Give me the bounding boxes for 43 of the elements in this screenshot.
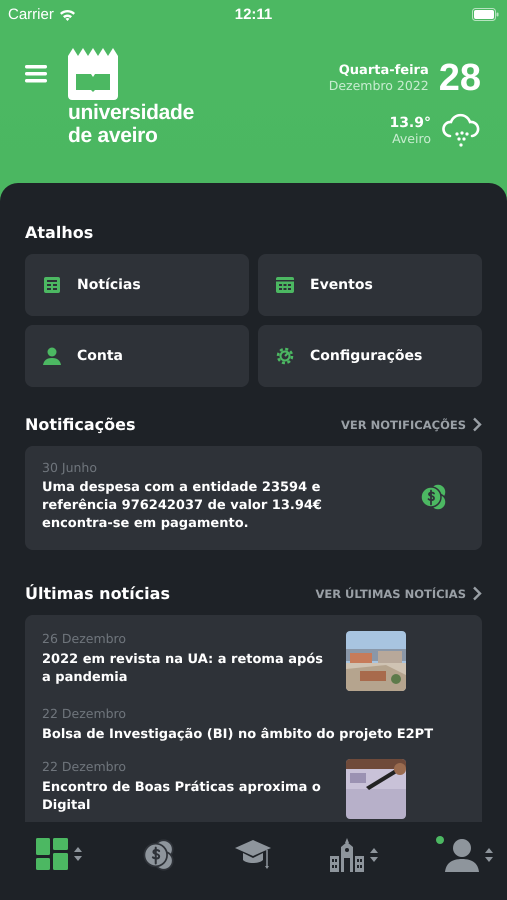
logo-text: de aveiro — [68, 125, 159, 146]
shortcut-button[interactable]: Eventos — [258, 254, 482, 316]
news-date: 22 Dezembro — [42, 706, 128, 721]
news-title[interactable]: Bolsa de Investigação (BI) no âmbito do projeto E2PT — [42, 726, 465, 744]
temperature: 13.9° — [389, 114, 431, 130]
menu-icon — [25, 64, 47, 84]
notification-date: 30 Junho — [42, 460, 98, 475]
city-name: Aveiro — [392, 130, 431, 146]
shortcut-button[interactable]: Notícias — [25, 254, 249, 316]
carrier-name: Carrier — [8, 6, 54, 22]
chevron-right-icon — [472, 417, 482, 432]
rain-cloud-icon — [441, 112, 481, 148]
day-number: 28 — [438, 58, 481, 98]
news-title[interactable]: 2022 em revista na UA: a retoma após a pandemia — [42, 651, 332, 687]
section-title: Últimas notícias — [25, 584, 170, 603]
notification-card[interactable]: 30 Junho Uma despesa com a entidade 23594 e referência 976242037 de valor 13.94€ encontra-se em pagamento. — [25, 446, 482, 550]
building-icon — [330, 838, 364, 872]
wifi-icon — [58, 8, 76, 20]
chevron-right-icon — [472, 586, 482, 601]
news-date: 26 Dezembro — [42, 631, 128, 646]
see-all-link[interactable]: VER NOTIFICAÇÕES — [341, 417, 482, 432]
graduation-cap-icon — [234, 838, 270, 870]
section-title: Notificações — [25, 415, 136, 434]
weekday: Quarta-feira — [338, 63, 429, 78]
month-year: Dezembro 2022 — [328, 78, 429, 93]
newspaper-icon — [42, 275, 62, 295]
clock-time: 12:11 — [234, 6, 272, 22]
person-icon — [445, 838, 479, 872]
coins-icon — [141, 838, 176, 872]
person-icon — [42, 346, 62, 366]
news-title[interactable]: Encontro de Boas Práticas aproxima o Digital — [42, 779, 332, 815]
shortcut-button[interactable]: Configurações — [258, 325, 482, 387]
dashboard-icon — [36, 838, 68, 870]
section-title: Atalhos — [25, 223, 94, 242]
calendar-icon — [275, 275, 295, 295]
castle-book-icon — [68, 48, 118, 100]
notification-text: Uma despesa com a entidade 23594 e referência 976242037 de valor 13.94€ encontra-se em pagamento. — [42, 479, 323, 533]
see-all-link[interactable]: VER ÚLTIMAS NOTÍCIAS — [315, 586, 482, 601]
logo-text: universidade — [68, 102, 194, 123]
shortcut-button[interactable]: Conta — [25, 325, 249, 387]
news-date: 22 Dezembro — [42, 759, 128, 774]
gear-icon — [275, 346, 295, 366]
battery-icon — [472, 8, 500, 20]
